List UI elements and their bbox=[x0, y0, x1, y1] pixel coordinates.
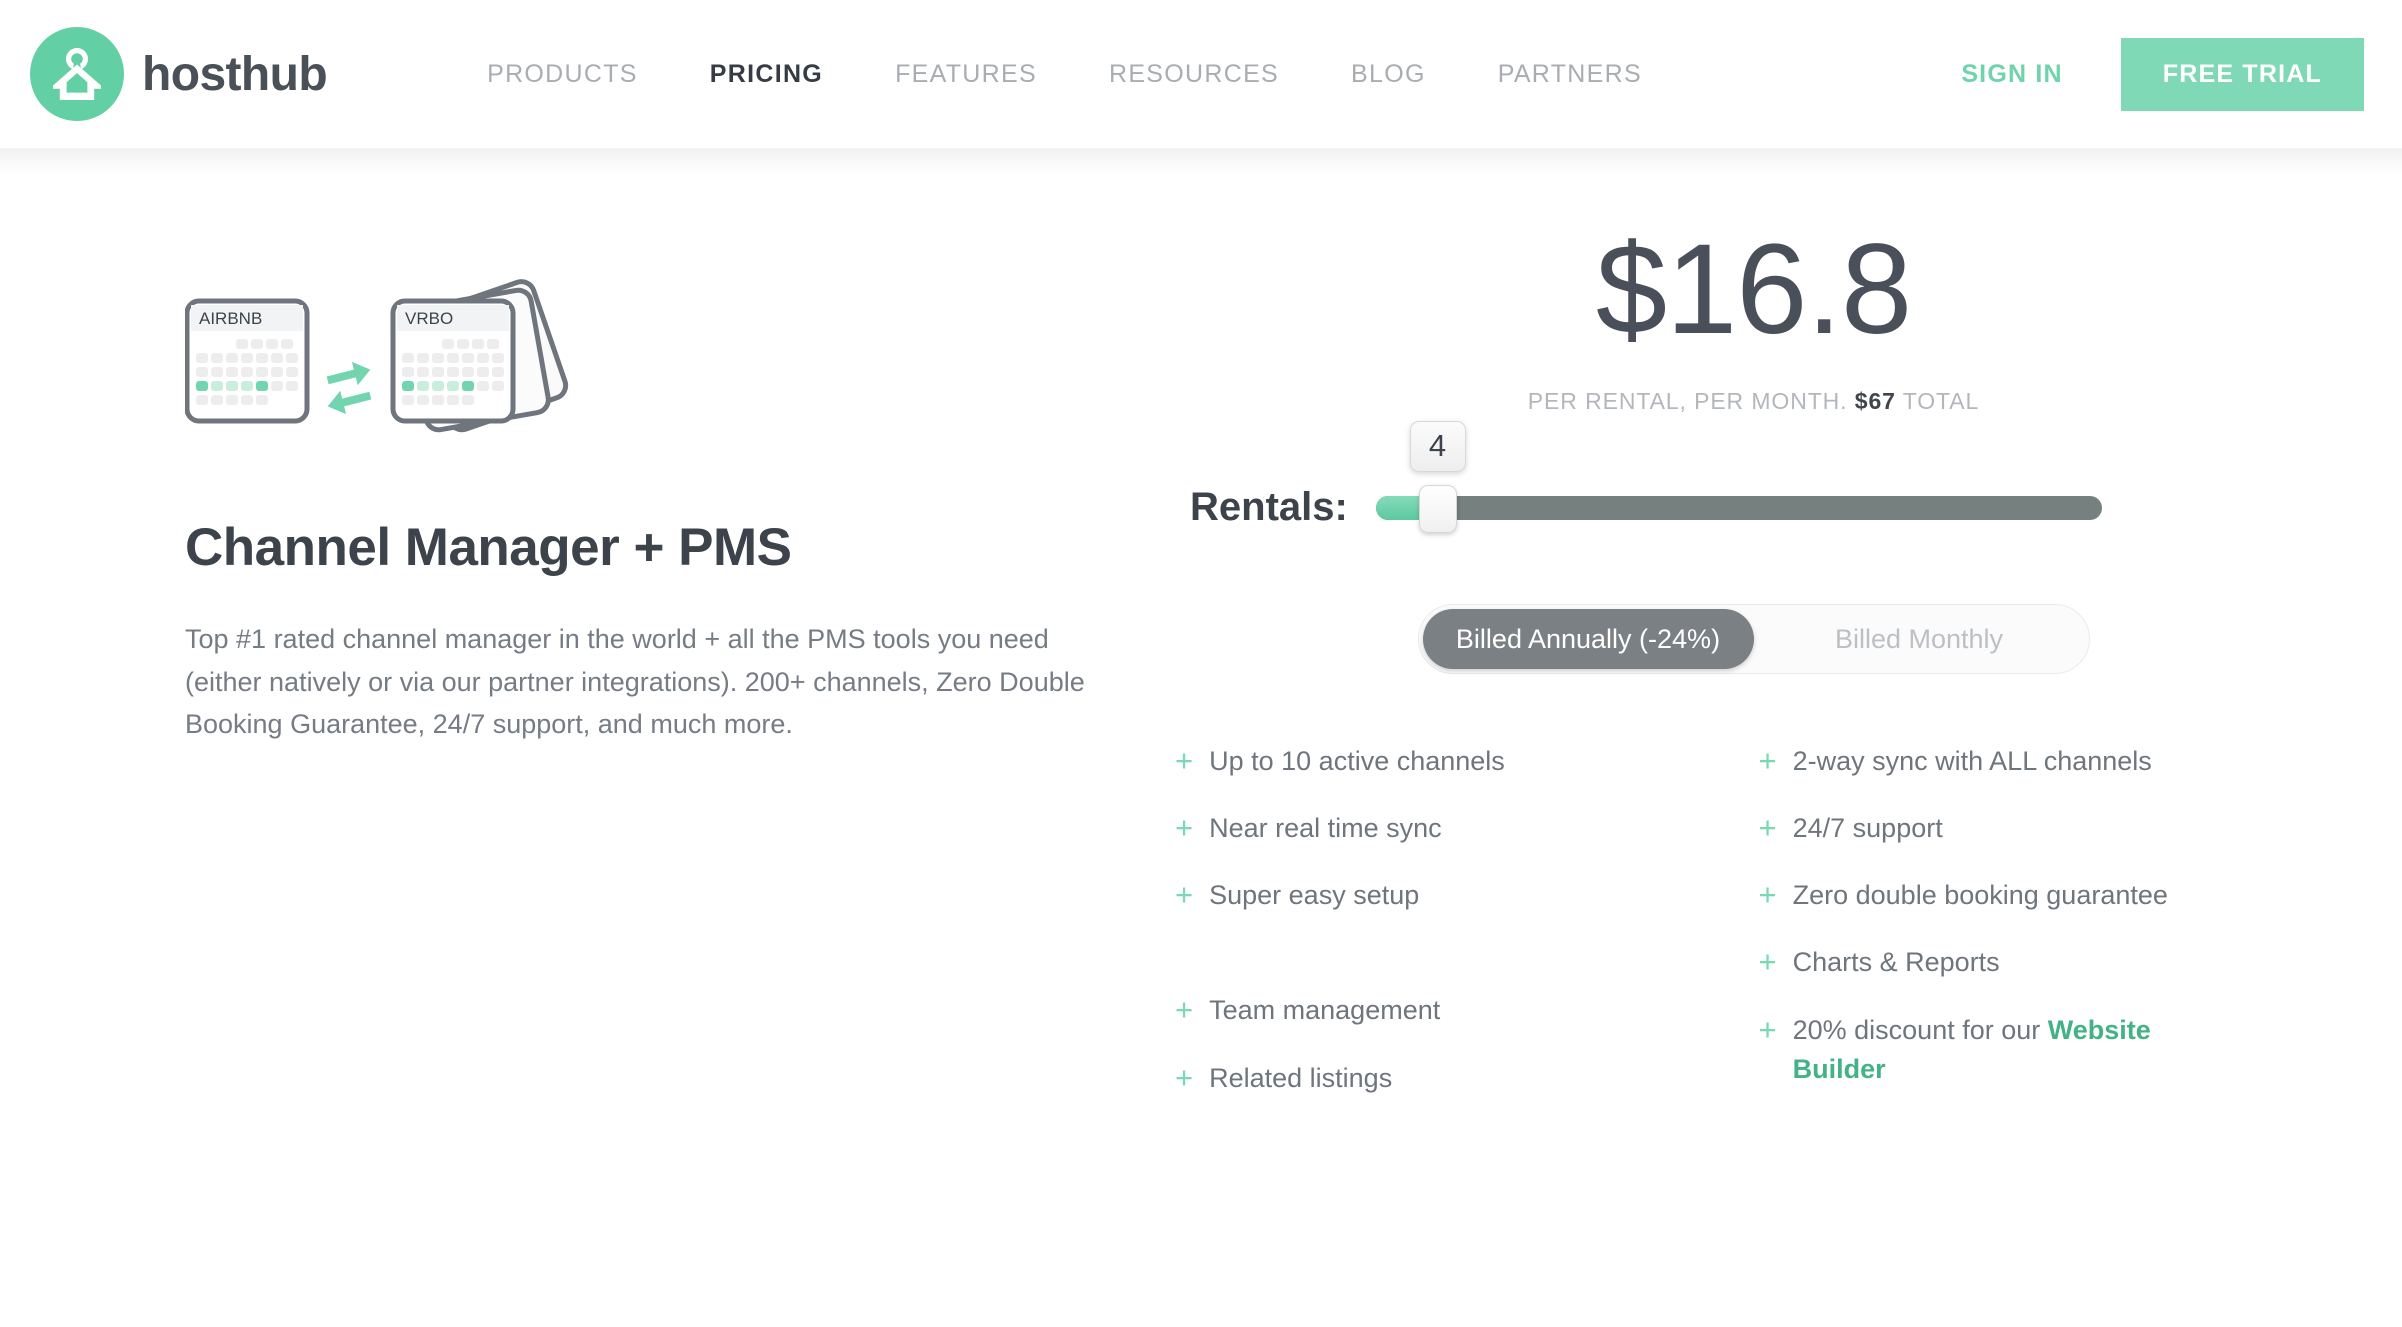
plus-icon: + bbox=[1175, 742, 1193, 781]
price-sub-prefix: PER RENTAL, PER MONTH. bbox=[1528, 388, 1848, 414]
plus-icon: + bbox=[1759, 1011, 1777, 1050]
feature-label: Super easy setup bbox=[1209, 876, 1419, 915]
svg-text:VRBO: VRBO bbox=[405, 309, 453, 328]
sign-in-link[interactable]: SIGN IN bbox=[1961, 60, 2062, 89]
plus-icon: + bbox=[1175, 1059, 1193, 1098]
feature-label: Related listings bbox=[1209, 1059, 1392, 1098]
plus-icon: + bbox=[1175, 991, 1193, 1030]
feature-label: 24/7 support bbox=[1793, 809, 1943, 848]
two-way-sync-arrows-icon bbox=[325, 358, 373, 418]
features-list: + Up to 10 active channels + Near real t… bbox=[1165, 742, 2342, 1098]
nav-item-blog[interactable]: BLOG bbox=[1351, 60, 1426, 89]
billing-option-monthly[interactable]: Billed Monthly bbox=[1754, 609, 2085, 669]
feature-label: 20% discount for our Website Builder bbox=[1793, 1011, 2213, 1089]
page-body: BOOKING WIMDU AIRBNB bbox=[0, 148, 2402, 1098]
feature-label: 2-way sync with ALL channels bbox=[1793, 742, 2152, 781]
slider-track[interactable] bbox=[1376, 496, 2102, 520]
main-nav: PRODUCTS PRICING FEATURES RESOURCES BLOG… bbox=[487, 60, 1642, 89]
channel-sync-illustration: BOOKING WIMDU AIRBNB bbox=[185, 263, 605, 463]
feature-item: + Near real time sync bbox=[1175, 809, 1759, 848]
nav-item-features[interactable]: FEATURES bbox=[895, 60, 1037, 89]
price-total-amount: $67 bbox=[1855, 388, 1896, 414]
billing-option-annually[interactable]: Billed Annually (-24%) bbox=[1423, 609, 1754, 669]
features-column-right: + 2-way sync with ALL channels + 24/7 su… bbox=[1759, 742, 2343, 1098]
plus-icon: + bbox=[1759, 943, 1777, 982]
airbnb-calendar: AIRBNB bbox=[187, 301, 307, 421]
feature-label: Team management bbox=[1209, 991, 1440, 1030]
vrbo-calendar: VRBO bbox=[393, 301, 513, 421]
feature-item: + Zero double booking guarantee bbox=[1759, 876, 2343, 915]
brand-logo[interactable]: hosthub bbox=[30, 27, 327, 121]
feature-item: + Super easy setup bbox=[1175, 876, 1759, 915]
header-actions: SIGN IN FREE TRIAL bbox=[1961, 38, 2364, 111]
free-trial-button[interactable]: FREE TRIAL bbox=[2121, 38, 2364, 111]
plus-icon: + bbox=[1175, 876, 1193, 915]
slider-value-bubble: 4 bbox=[1410, 421, 1466, 472]
feature-item: + 2-way sync with ALL channels bbox=[1759, 742, 2343, 781]
house-person-icon bbox=[30, 27, 124, 121]
feature-label: Zero double booking guarantee bbox=[1793, 876, 2168, 915]
plus-icon: + bbox=[1759, 742, 1777, 781]
nav-item-pricing[interactable]: PRICING bbox=[710, 60, 823, 89]
feature-label: Charts & Reports bbox=[1793, 943, 2000, 982]
features-column-left: + Up to 10 active channels + Near real t… bbox=[1175, 742, 1759, 1098]
feature-item: + Team management bbox=[1175, 991, 1759, 1030]
feature-item: + 24/7 support bbox=[1759, 809, 2343, 848]
price-sub-suffix: TOTAL bbox=[1903, 388, 1980, 414]
feature-label: Up to 10 active channels bbox=[1209, 742, 1505, 781]
price-subtitle: PER RENTAL, PER MONTH. $67 TOTAL bbox=[1165, 388, 2342, 415]
price-amount: $16.8 bbox=[1165, 226, 2342, 354]
slider-thumb[interactable] bbox=[1419, 485, 1457, 533]
pricing-column: $16.8 PER RENTAL, PER MONTH. $67 TOTAL R… bbox=[1120, 218, 2402, 1098]
nav-item-products[interactable]: PRODUCTS bbox=[487, 60, 638, 89]
rentals-slider[interactable]: 4 bbox=[1376, 491, 2102, 525]
billing-period-toggle: Billed Annually (-24%) Billed Monthly bbox=[1418, 604, 2090, 674]
feature-item: + Charts & Reports bbox=[1759, 943, 2343, 982]
plan-title: Channel Manager + PMS bbox=[185, 517, 1120, 578]
feature-item-website-builder: + 20% discount for our Website Builder bbox=[1759, 1011, 2343, 1089]
plan-description-column: BOOKING WIMDU AIRBNB bbox=[0, 218, 1120, 1098]
svg-text:AIRBNB: AIRBNB bbox=[199, 309, 262, 328]
feature-label: Near real time sync bbox=[1209, 809, 1442, 848]
nav-item-partners[interactable]: PARTNERS bbox=[1498, 60, 1642, 89]
rentals-slider-label: Rentals: bbox=[1190, 485, 1348, 530]
nav-item-resources[interactable]: RESOURCES bbox=[1109, 60, 1279, 89]
rentals-slider-row: Rentals: 4 bbox=[1165, 485, 2342, 530]
plus-icon: + bbox=[1175, 809, 1193, 848]
plan-description: Top #1 rated channel manager in the worl… bbox=[185, 618, 1115, 746]
brand-name: hosthub bbox=[142, 47, 327, 102]
plus-icon: + bbox=[1759, 809, 1777, 848]
feature-item: + Up to 10 active channels bbox=[1175, 742, 1759, 781]
plus-icon: + bbox=[1759, 876, 1777, 915]
feature-label-text: 20% discount for our bbox=[1793, 1015, 2048, 1045]
feature-item: + Related listings bbox=[1175, 1059, 1759, 1098]
site-header: hosthub PRODUCTS PRICING FEATURES RESOUR… bbox=[0, 0, 2402, 148]
